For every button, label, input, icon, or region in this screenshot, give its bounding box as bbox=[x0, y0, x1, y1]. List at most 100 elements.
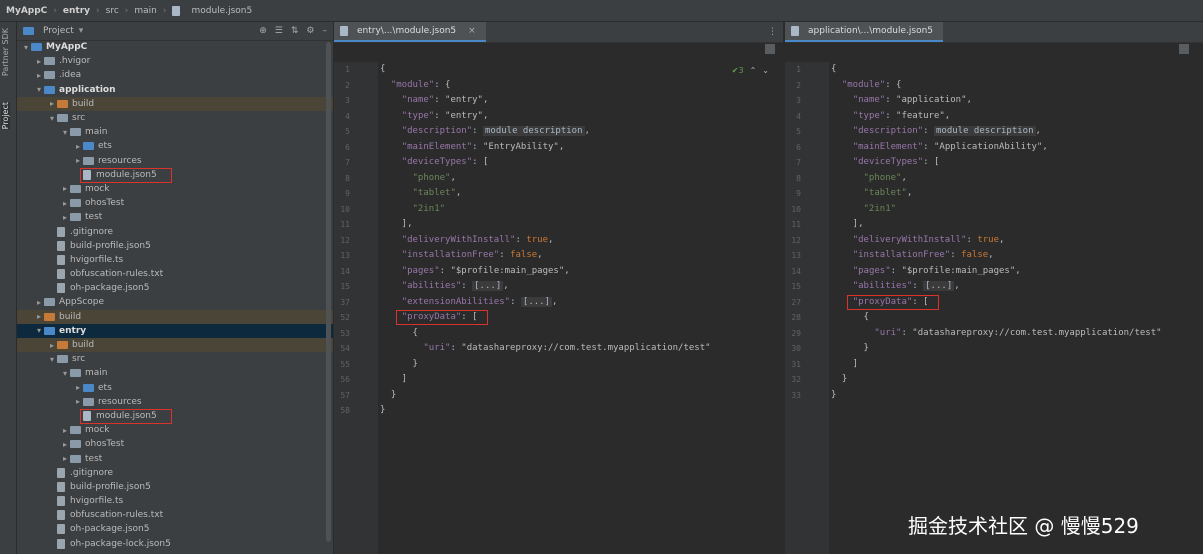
code-line[interactable]: 5 "description": module description, bbox=[334, 124, 783, 140]
code-line[interactable]: 3 "name": "entry", bbox=[334, 93, 783, 109]
code-line[interactable]: 2 "module": { bbox=[334, 78, 783, 94]
tree-item[interactable]: ▾ src bbox=[17, 111, 333, 125]
code-line[interactable]: 2 "module": { bbox=[785, 78, 1203, 94]
tree-item[interactable]: ▸ ohosTest bbox=[17, 196, 333, 210]
split-view-icon[interactable] bbox=[765, 44, 775, 54]
gear-icon[interactable]: ⚙ bbox=[306, 26, 314, 36]
tree-item[interactable]: ▸ build bbox=[17, 96, 333, 111]
tree-item[interactable]: build-profile.json5 bbox=[17, 480, 333, 494]
code-line[interactable]: 13 "installationFree": false, bbox=[785, 248, 1203, 264]
breadcrumb-file[interactable]: module.json5 bbox=[191, 6, 252, 16]
tree-item[interactable]: .gitignore bbox=[17, 466, 333, 480]
code-line[interactable]: 53 { bbox=[334, 326, 783, 342]
code-line[interactable]: 15 "abilities": [...], bbox=[785, 279, 1203, 295]
chevron-right-icon[interactable]: ▸ bbox=[34, 71, 44, 80]
chevron-right-icon[interactable]: ▸ bbox=[47, 341, 57, 350]
chevron-right-icon[interactable]: ▸ bbox=[60, 184, 70, 193]
code-line[interactable]: 9 "tablet", bbox=[785, 186, 1203, 202]
tree-item[interactable]: ▸ ets bbox=[17, 139, 333, 153]
tree-item[interactable]: module.json5 bbox=[17, 167, 333, 183]
chevron-down-icon[interactable]: ▾ bbox=[34, 326, 44, 335]
code-line[interactable]: 12 "deliveryWithInstall": true, bbox=[334, 233, 783, 249]
breadcrumb-main[interactable]: main bbox=[134, 6, 157, 16]
code-line[interactable]: 11 ], bbox=[334, 217, 783, 233]
tree-item[interactable]: module.json5 bbox=[17, 408, 333, 424]
code-line[interactable]: 9 "tablet", bbox=[334, 186, 783, 202]
code-line[interactable]: 28 { bbox=[785, 310, 1203, 326]
tree-item[interactable]: ▾ application bbox=[17, 83, 333, 97]
chevron-right-icon[interactable]: ▸ bbox=[60, 454, 70, 463]
project-tool-tab[interactable]: Project bbox=[1, 102, 10, 130]
chevron-right-icon[interactable]: ▸ bbox=[60, 199, 70, 208]
code-line[interactable]: 12 "deliveryWithInstall": true, bbox=[785, 233, 1203, 249]
tree-scrollbar[interactable] bbox=[326, 42, 331, 542]
tree-item[interactable]: ▾ main bbox=[17, 366, 333, 380]
chevron-right-icon[interactable]: ▸ bbox=[73, 142, 83, 151]
code-line[interactable]: 7 "deviceTypes": [ bbox=[334, 155, 783, 171]
tree-item[interactable]: ▸ build bbox=[17, 337, 333, 353]
expand-all-icon[interactable]: ⇅ bbox=[291, 26, 299, 36]
project-panel-title[interactable]: Project bbox=[43, 26, 74, 36]
code-line[interactable]: 5 "description": module description, bbox=[785, 124, 1203, 140]
collapse-all-icon[interactable]: ☰ bbox=[275, 26, 283, 36]
breadcrumb-module[interactable]: entry bbox=[63, 6, 90, 16]
tree-item[interactable]: ▾ src bbox=[17, 352, 333, 366]
code-line[interactable]: 11 ], bbox=[785, 217, 1203, 233]
tree-item[interactable]: ▸ ets bbox=[17, 381, 333, 395]
tree-item[interactable]: obfuscation-rules.txt bbox=[17, 267, 333, 281]
chevron-down-icon[interactable]: ▾ bbox=[60, 128, 70, 137]
tab-entry-module-json5[interactable]: entry\...\module.json5 × bbox=[334, 22, 486, 42]
tree-item[interactable]: ▸ build bbox=[17, 309, 333, 324]
tree-item[interactable]: ▸ .hvigor bbox=[17, 54, 333, 68]
code-line[interactable]: 8 "phone", bbox=[334, 171, 783, 187]
code-line[interactable]: 10 "2in1" bbox=[334, 202, 783, 218]
code-line[interactable]: 55 } bbox=[334, 357, 783, 373]
chevron-down-icon[interactable]: ▾ bbox=[60, 369, 70, 378]
tree-item[interactable]: .gitignore bbox=[17, 224, 333, 238]
tree-item[interactable]: ▸ mock bbox=[17, 423, 333, 437]
code-line[interactable]: 6 "mainElement": "EntryAbility", bbox=[334, 140, 783, 156]
chevron-down-icon[interactable]: ▾ bbox=[79, 26, 84, 36]
chevron-right-icon[interactable]: ▸ bbox=[60, 213, 70, 222]
code-line[interactable]: 56 ] bbox=[334, 372, 783, 388]
tree-item[interactable]: ▾ entry bbox=[17, 323, 333, 338]
code-line[interactable]: 27 "proxyData": [ bbox=[785, 294, 1203, 311]
left-code-area[interactable]: 1{2 "module": {3 "name": "entry", 4 "type… bbox=[334, 62, 783, 419]
code-line[interactable]: 58} bbox=[334, 403, 783, 419]
partner-sdk-tab[interactable]: Partner SDK bbox=[1, 28, 10, 76]
code-line[interactable]: 15 "abilities": [...], bbox=[334, 279, 783, 295]
chevron-right-icon[interactable]: ▸ bbox=[60, 440, 70, 449]
code-line[interactable]: 10 "2in1" bbox=[785, 202, 1203, 218]
tree-item[interactable]: ▸ .idea bbox=[17, 68, 333, 82]
locate-icon[interactable]: ⊕ bbox=[259, 26, 267, 36]
tree-item[interactable]: ▸ ohosTest bbox=[17, 437, 333, 451]
right-code-area[interactable]: 1{2 "module": {3 "name": "application", 4… bbox=[785, 62, 1203, 403]
breadcrumb-project[interactable]: MyAppC bbox=[6, 6, 47, 16]
tree-item[interactable]: ▸ resources bbox=[17, 154, 333, 168]
code-line[interactable]: 33} bbox=[785, 388, 1203, 404]
tree-item[interactable]: ▾ MyAppC bbox=[17, 40, 333, 54]
chevron-down-icon[interactable]: ▾ bbox=[47, 355, 57, 364]
chevron-right-icon[interactable]: ▸ bbox=[34, 298, 44, 307]
tree-item[interactable]: oh-package.json5 bbox=[17, 522, 333, 536]
code-line[interactable]: 37 "extensionAbilities": [...], bbox=[334, 295, 783, 311]
chevron-right-icon[interactable]: ▸ bbox=[34, 57, 44, 66]
tree-item[interactable]: build-profile.json5 bbox=[17, 239, 333, 253]
code-line[interactable]: 29 "uri": "datashareproxy://com.test.mya… bbox=[785, 326, 1203, 342]
split-view-icon[interactable] bbox=[1179, 44, 1189, 54]
more-options-icon[interactable]: ⋮ bbox=[768, 27, 777, 37]
code-line[interactable]: 13 "installationFree": false, bbox=[334, 248, 783, 264]
code-line[interactable]: 30 } bbox=[785, 341, 1203, 357]
code-line[interactable]: 52 "proxyData": [ bbox=[334, 310, 783, 326]
code-line[interactable]: 4 "type": "feature", bbox=[785, 109, 1203, 125]
tree-item[interactable]: ▸ test bbox=[17, 451, 333, 465]
chevron-right-icon[interactable]: ▸ bbox=[34, 312, 44, 321]
close-icon[interactable]: × bbox=[468, 26, 476, 36]
tab-application-module-json5[interactable]: application\...\module.json5 bbox=[785, 22, 944, 42]
chevron-right-icon[interactable]: ▸ bbox=[73, 383, 83, 392]
tree-item[interactable]: hvigorfile.ts bbox=[17, 494, 333, 508]
code-line[interactable]: 7 "deviceTypes": [ bbox=[785, 155, 1203, 171]
tree-item[interactable]: ▸ test bbox=[17, 210, 333, 224]
tree-item[interactable]: oh-package-lock.json5 bbox=[17, 537, 333, 551]
tree-item[interactable]: hvigorfile.ts bbox=[17, 253, 333, 267]
